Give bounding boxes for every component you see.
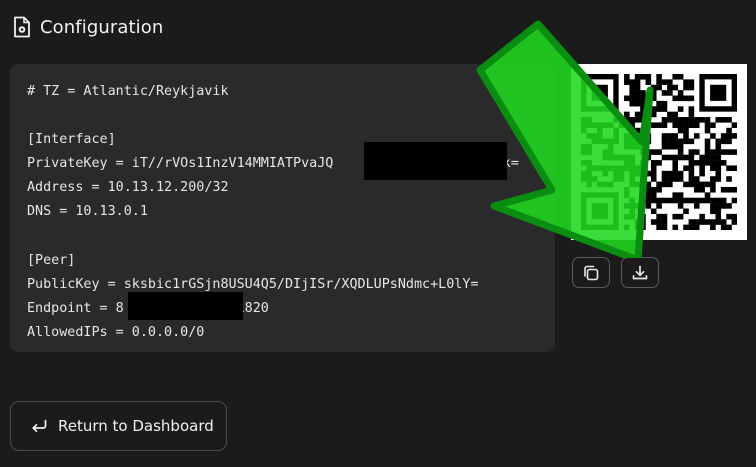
redaction-endpoint-host (128, 292, 243, 320)
qr-code (571, 64, 747, 240)
config-text[interactable]: # TZ = Atlantic/Reykjavik [Interface] Pr… (27, 80, 519, 345)
qr-code-pattern (581, 74, 737, 230)
config-code-block[interactable]: # TZ = Atlantic/Reykjavik [Interface] Pr… (10, 64, 555, 352)
return-button-label: Return to Dashboard (58, 417, 214, 435)
download-icon (632, 265, 648, 279)
page-header: Configuration (13, 14, 163, 40)
return-to-dashboard-button[interactable]: Return to Dashboard (10, 401, 227, 451)
return-arrow-icon (32, 419, 47, 433)
redaction-private-key (364, 142, 507, 180)
copy-button[interactable] (572, 257, 610, 288)
file-gear-icon (14, 16, 30, 38)
page-title: Configuration (40, 16, 164, 38)
copy-icon (584, 265, 599, 280)
download-button[interactable] (621, 257, 659, 288)
